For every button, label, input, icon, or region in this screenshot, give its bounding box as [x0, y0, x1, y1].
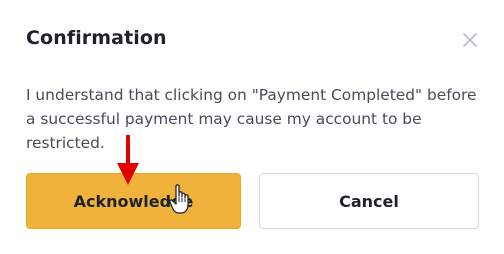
- close-icon[interactable]: [460, 30, 480, 50]
- arrow-down-icon: [117, 135, 139, 185]
- confirmation-dialog: Confirmation I understand that clicking …: [0, 0, 504, 254]
- cancel-button-label: Cancel: [339, 191, 399, 211]
- cancel-button[interactable]: Cancel: [259, 173, 479, 229]
- hand-cursor-icon: [169, 184, 189, 214]
- dialog-message: I understand that clicking on "Payment C…: [26, 86, 477, 152]
- dialog-title: Confirmation: [26, 27, 167, 49]
